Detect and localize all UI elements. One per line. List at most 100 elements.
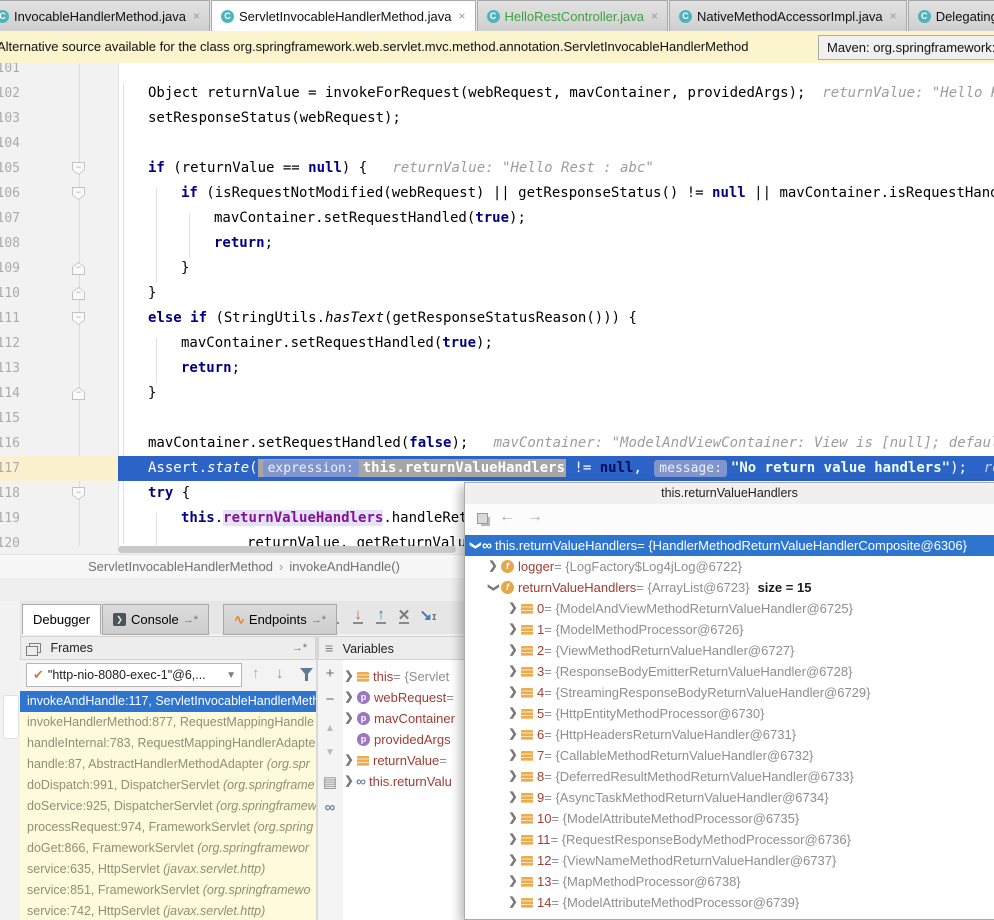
frame-row[interactable]: service:851, FrameworkServlet (org.sprin…: [20, 880, 316, 901]
step-out-button[interactable]: ↑: [372, 606, 390, 626]
thread-dropdown[interactable]: ✔ "http-nio-8080-exec-1"@6,... ▼: [26, 663, 242, 687]
chevron-right-icon[interactable]: ❯: [343, 750, 355, 771]
file-tab[interactable]: CServletInvocableHandlerMethod.java×: [211, 0, 475, 31]
code-line[interactable]: }: [118, 256, 994, 281]
file-tab[interactable]: CDelegatingMethodAccessorImpl.java: [908, 0, 994, 31]
code-line[interactable]: mavContainer.setRequestHandled(true);: [118, 331, 994, 356]
tool-window-stripe-button[interactable]: [3, 695, 19, 739]
popup-list-item-node[interactable]: ❯8 = {DeferredResultMethodReturnValueHan…: [465, 766, 994, 787]
maven-source-select-button[interactable]: Maven: org.springframework:sprin: [818, 35, 994, 60]
chevron-right-icon[interactable]: ❯: [507, 766, 519, 787]
code-line[interactable]: if (isRequestNotModified(webRequest) || …: [118, 181, 994, 206]
tab-close-icon[interactable]: ×: [193, 9, 200, 23]
code-line[interactable]: Assert.state(expression:this.returnValue…: [118, 456, 994, 481]
code-line[interactable]: else if (StringUtils.hasText(getResponse…: [118, 306, 994, 331]
run-to-cursor-button[interactable]: ↘ɪ: [419, 606, 437, 626]
file-tab[interactable]: CInvocableHandlerMethod.java×: [0, 0, 210, 31]
chevron-expanded-icon[interactable]: ❯: [465, 540, 486, 552]
popup-list-item-node[interactable]: ❯6 = {HttpHeadersReturnValueHandler@6731…: [465, 724, 994, 745]
popup-list-item-node[interactable]: ❯1 = {ModelMethodProcessor@6726}: [465, 619, 994, 640]
horizontal-scrollbar-thumb[interactable]: [118, 546, 456, 553]
popup-list-item-node[interactable]: ❯11 = {RequestResponseBodyMethodProcesso…: [465, 829, 994, 850]
chevron-right-icon[interactable]: ❯: [343, 771, 355, 792]
breadcrumb-class[interactable]: ServletInvocableHandlerMethod: [88, 559, 273, 574]
inspect-icon[interactable]: [477, 513, 488, 524]
popup-list-item-node[interactable]: ❯2 = {ViewMethodReturnValueHandler@6727}: [465, 640, 994, 661]
next-frame-button[interactable]: ↓: [276, 665, 284, 682]
chevron-right-icon[interactable]: ❯: [343, 687, 355, 708]
frame-row[interactable]: invokeAndHandle:117, ServletInvocableHan…: [20, 691, 316, 712]
chevron-right-icon[interactable]: ❯: [507, 640, 519, 661]
code-line[interactable]: mavContainer.setRequestHandled(true);: [118, 206, 994, 231]
frame-row[interactable]: service:635, HttpServlet (javax.servlet.…: [20, 859, 316, 880]
popup-list-item-node[interactable]: ❯13 = {MapMethodProcessor@6738}: [465, 871, 994, 892]
frame-row[interactable]: doService:925, DispatcherServlet (org.sp…: [20, 796, 316, 817]
chevron-right-icon[interactable]: ❯: [507, 808, 519, 829]
chevron-right-icon[interactable]: ❯: [507, 787, 519, 808]
file-tab[interactable]: CNativeMethodAccessorImpl.java×: [669, 0, 907, 31]
tab-close-icon[interactable]: ×: [651, 9, 658, 23]
chevron-right-icon[interactable]: ❯: [507, 829, 519, 850]
breadcrumb-method[interactable]: invokeAndHandle(): [289, 559, 400, 574]
code-line[interactable]: if (returnValue == null) { returnValue: …: [118, 156, 994, 181]
fold-marker[interactable]: −: [72, 162, 85, 175]
frame-row[interactable]: doGet:866, FrameworkServlet (org.springf…: [20, 838, 316, 859]
frame-row[interactable]: processRequest:974, FrameworkServlet (or…: [20, 817, 316, 838]
chevron-right-icon[interactable]: ❯: [487, 556, 499, 577]
chevron-right-icon[interactable]: ❯: [507, 745, 519, 766]
chevron-right-icon[interactable]: ❯: [507, 892, 519, 913]
popup-list-item-node[interactable]: ❯14 = {ModelAttributeMethodProcessor@673…: [465, 892, 994, 913]
popup-list-item-node[interactable]: ❯7 = {CallableMethodReturnValueHandler@6…: [465, 745, 994, 766]
popup-list-item-node[interactable]: ❯5 = {HttpEntityMethodProcessor@6730}: [465, 703, 994, 724]
chevron-right-icon[interactable]: ❯: [343, 666, 355, 687]
code-line[interactable]: return;: [118, 231, 994, 256]
popup-list-item-node[interactable]: ❯9 = {AsyncTaskMethodReturnValueHandler@…: [465, 787, 994, 808]
frame-row[interactable]: handleInternal:783, RequestMappingHandle…: [20, 733, 316, 754]
previous-frame-button[interactable]: ↑: [252, 665, 260, 682]
popup-list-item-node[interactable]: ❯0 = {ModelAndViewMethodReturnValueHandl…: [465, 598, 994, 619]
frame-row[interactable]: handle:87, AbstractHandlerMethodAdapter …: [20, 754, 316, 775]
code-line[interactable]: }: [118, 381, 994, 406]
chevron-right-icon[interactable]: ❯: [507, 598, 519, 619]
fold-marker[interactable]: −: [72, 287, 85, 300]
frame-row[interactable]: doDispatch:991, DispatcherServlet (org.s…: [20, 775, 316, 796]
code-line[interactable]: return;: [118, 356, 994, 381]
code-editor[interactable]: 101102103104105−106−107108109−110−111−11…: [0, 63, 994, 554]
fold-marker[interactable]: −: [72, 487, 85, 500]
tab-close-icon[interactable]: ×: [458, 9, 465, 23]
fold-marker[interactable]: −: [72, 262, 85, 275]
code-line[interactable]: Object returnValue = invokeForRequest(we…: [118, 81, 994, 106]
popup-list-item-node[interactable]: ❯10 = {ModelAttributeMethodProcessor@673…: [465, 808, 994, 829]
chevron-right-icon[interactable]: ❯: [507, 871, 519, 892]
remove-watch-button[interactable]: −: [318, 691, 342, 708]
forward-arrow-icon[interactable]: →: [527, 508, 543, 526]
popup-list-item-node[interactable]: ❯4 = {StreamingResponseBodyReturnValueHa…: [465, 682, 994, 703]
debug-tab-console[interactable]: ❯Console→*: [102, 604, 209, 635]
code-line[interactable]: }: [118, 281, 994, 306]
frame-row[interactable]: invokeHandlerMethod:877, RequestMappingH…: [20, 712, 316, 733]
chevron-right-icon[interactable]: ❯: [507, 682, 519, 703]
code-line[interactable]: [118, 63, 994, 81]
chevron-right-icon[interactable]: ❯: [507, 661, 519, 682]
fold-marker[interactable]: −: [72, 187, 85, 200]
add-watch-button[interactable]: +: [318, 665, 342, 682]
chevron-right-icon[interactable]: ❯: [507, 724, 519, 745]
move-down-button[interactable]: ▼: [318, 747, 342, 758]
chevron-right-icon[interactable]: ❯: [507, 703, 519, 724]
code-line[interactable]: [118, 406, 994, 431]
popup-list-item-node[interactable]: ❯12 = {ViewNameMethodReturnValueHandler@…: [465, 850, 994, 871]
frame-row[interactable]: service:742, HttpServlet (javax.servlet.…: [20, 901, 316, 920]
code-line[interactable]: mavContainer.setRequestHandled(false); m…: [118, 431, 994, 456]
debug-tab-debugger[interactable]: Debugger: [22, 604, 101, 635]
chevron-right-icon[interactable]: ❯: [507, 619, 519, 640]
back-arrow-icon[interactable]: ←: [499, 508, 515, 526]
fold-marker[interactable]: −: [72, 387, 85, 400]
variables-menu-icon[interactable]: ≡: [325, 640, 333, 656]
file-tab[interactable]: CHelloRestController.java×: [477, 0, 668, 31]
fold-marker[interactable]: −: [72, 312, 85, 325]
drop-frame-button[interactable]: ✕: [395, 606, 413, 626]
chevron-right-icon[interactable]: ❯: [343, 708, 355, 729]
duplicate-watch-button[interactable]: ▤: [318, 773, 342, 791]
code-line[interactable]: [118, 131, 994, 156]
tab-close-icon[interactable]: ×: [890, 9, 897, 23]
